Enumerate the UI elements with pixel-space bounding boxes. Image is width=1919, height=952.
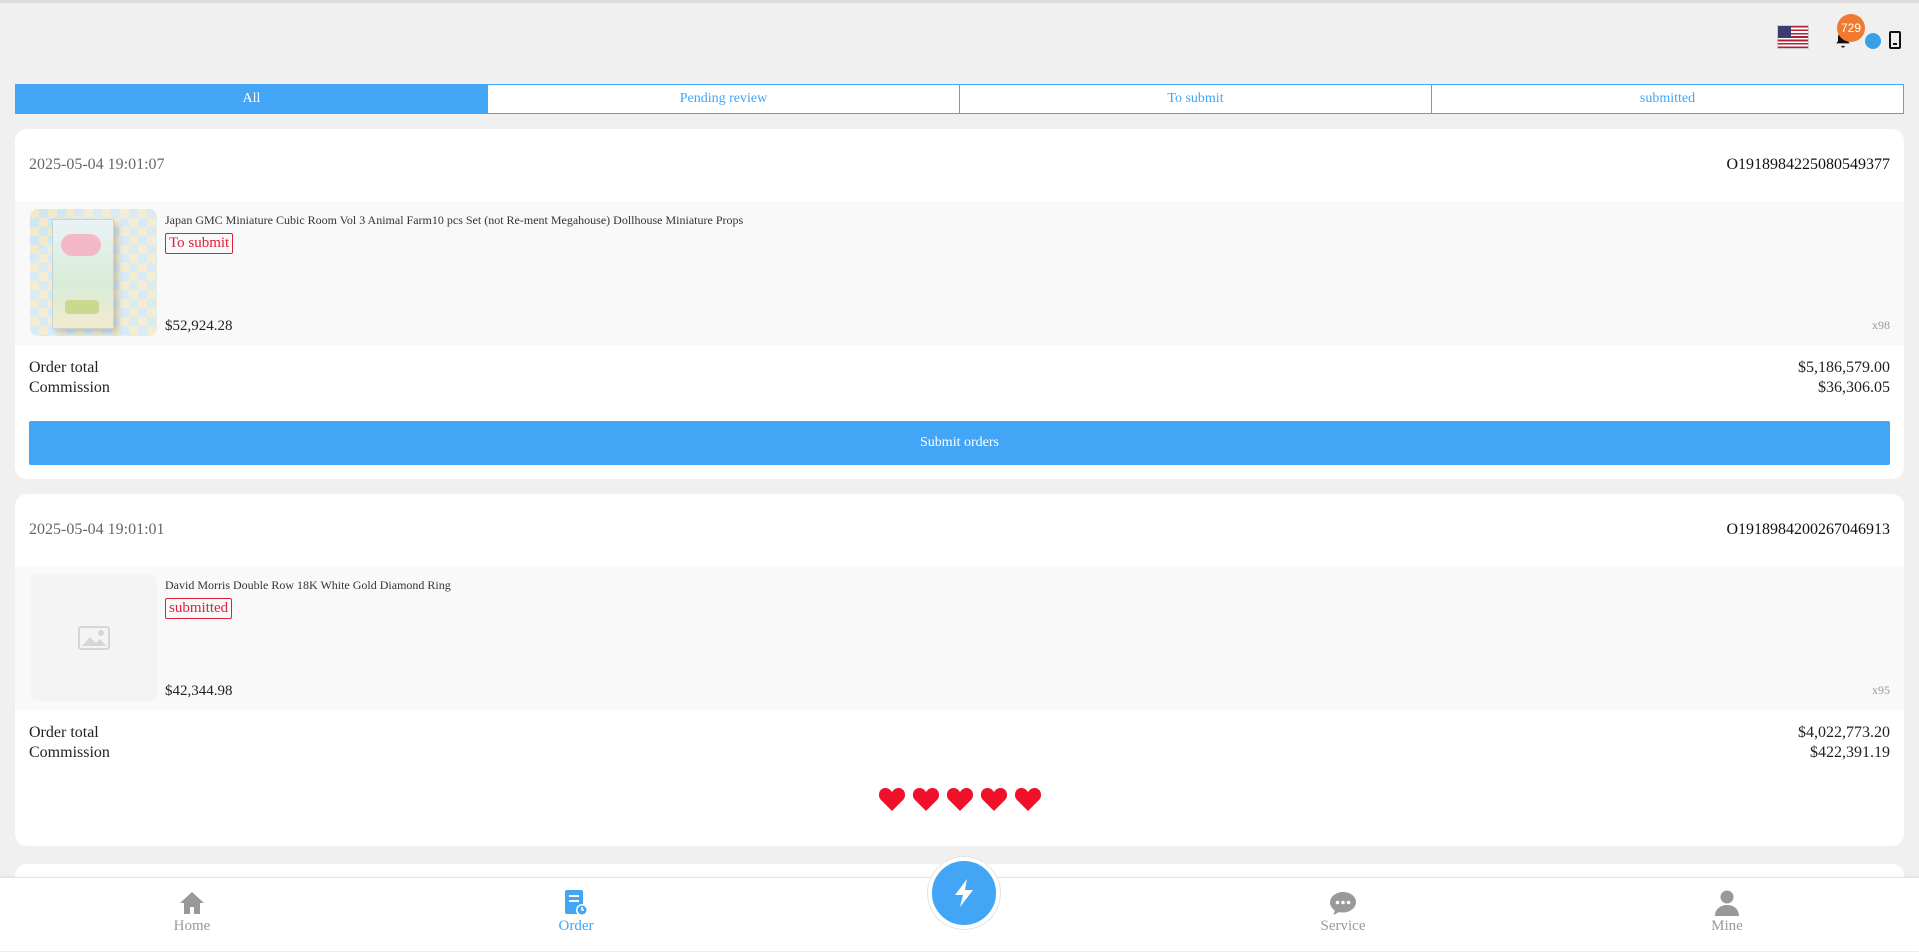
product-quantity: x98 — [1872, 318, 1890, 332]
notification-badge: 729 — [1837, 14, 1865, 42]
chat-icon — [1330, 892, 1356, 915]
lightning-icon — [955, 879, 973, 907]
product-title: David Morris Double Row 18K White Gold D… — [165, 578, 451, 592]
nav-home[interactable]: Home — [142, 888, 242, 935]
order-card-header: 2025-05-04 19:01:07 O1918984225080549377 — [15, 129, 1904, 201]
product-image — [30, 209, 157, 336]
order-number: O1918984200267046913 — [1726, 521, 1890, 538]
phone-icon[interactable] — [1889, 31, 1901, 49]
heart-icon — [946, 788, 973, 811]
submit-orders-button[interactable]: Submit orders — [29, 421, 1890, 465]
tab-all[interactable]: All — [16, 85, 487, 113]
notification-bell[interactable]: 729 — [1831, 14, 1865, 50]
commission-label: Commission — [29, 744, 110, 761]
status-badge: To submit — [165, 233, 234, 254]
order-total-label: Order total — [29, 724, 99, 741]
order-card-header: 2025-05-04 19:01:01 O1918984200267046913 — [15, 494, 1904, 566]
header-icons: 729 — [1777, 14, 1901, 52]
image-placeholder-icon — [77, 625, 110, 650]
tab-to-submit[interactable]: To submit — [959, 85, 1431, 113]
us-flag-icon[interactable] — [1777, 25, 1809, 49]
order-totals: Order total $4,022,773.20 Commission $42… — [15, 710, 1904, 761]
order-card: 2025-05-04 19:01:07 O1918984225080549377… — [15, 129, 1904, 479]
product-price: $42,344.98 — [165, 683, 233, 699]
nav-home-label: Home — [173, 918, 211, 934]
commission-value: $422,391.19 — [1810, 744, 1890, 761]
order-card: 2025-05-04 19:01:01 O1918984200267046913… — [15, 494, 1904, 846]
order-total-value: $4,022,773.20 — [1798, 724, 1890, 741]
order-number: O1918984225080549377 — [1726, 156, 1890, 173]
nav-mine-label: Mine — [1711, 918, 1743, 934]
product-row[interactable]: Japan GMC Miniature Cubic Room Vol 3 Ani… — [15, 201, 1904, 345]
nav-service[interactable]: Service — [1293, 888, 1393, 935]
tab-submitted[interactable]: submitted — [1431, 85, 1903, 113]
product-row[interactable]: David Morris Double Row 18K White Gold D… — [15, 566, 1904, 710]
home-icon — [180, 892, 204, 914]
rating-hearts — [15, 786, 1904, 812]
commission-value: $36,306.05 — [1818, 379, 1890, 396]
order-total-value: $5,186,579.00 — [1798, 359, 1890, 376]
order-date: 2025-05-04 19:01:01 — [29, 521, 165, 538]
product-title: Japan GMC Miniature Cubic Room Vol 3 Ani… — [165, 213, 744, 227]
nav-mine[interactable]: Mine — [1677, 888, 1777, 935]
status-badge: submitted — [165, 598, 233, 619]
nav-order[interactable]: Order — [526, 888, 626, 935]
order-total-label: Order total — [29, 359, 99, 376]
order-totals: Order total $5,186,579.00 Commission $36… — [15, 345, 1904, 396]
commission-label: Commission — [29, 379, 110, 396]
nav-service-label: Service — [1320, 918, 1366, 934]
order-icon — [565, 890, 588, 916]
heart-icon — [1014, 788, 1041, 811]
order-filter-tabs: All Pending review To submit submitted — [15, 84, 1904, 114]
product-price: $52,924.28 — [165, 318, 233, 334]
tab-pending-review[interactable]: Pending review — [487, 85, 959, 113]
heart-icon — [980, 788, 1007, 811]
user-icon — [1715, 890, 1739, 916]
order-date: 2025-05-04 19:01:07 — [29, 156, 165, 173]
nav-order-label: Order — [558, 918, 594, 934]
top-border — [0, 0, 1919, 3]
product-image-placeholder — [30, 574, 157, 701]
product-quantity: x95 — [1872, 683, 1890, 697]
center-action-button[interactable] — [928, 857, 1000, 929]
heart-icon — [912, 788, 939, 811]
customer-service-icon[interactable] — [1865, 33, 1881, 49]
heart-icon — [878, 788, 905, 811]
